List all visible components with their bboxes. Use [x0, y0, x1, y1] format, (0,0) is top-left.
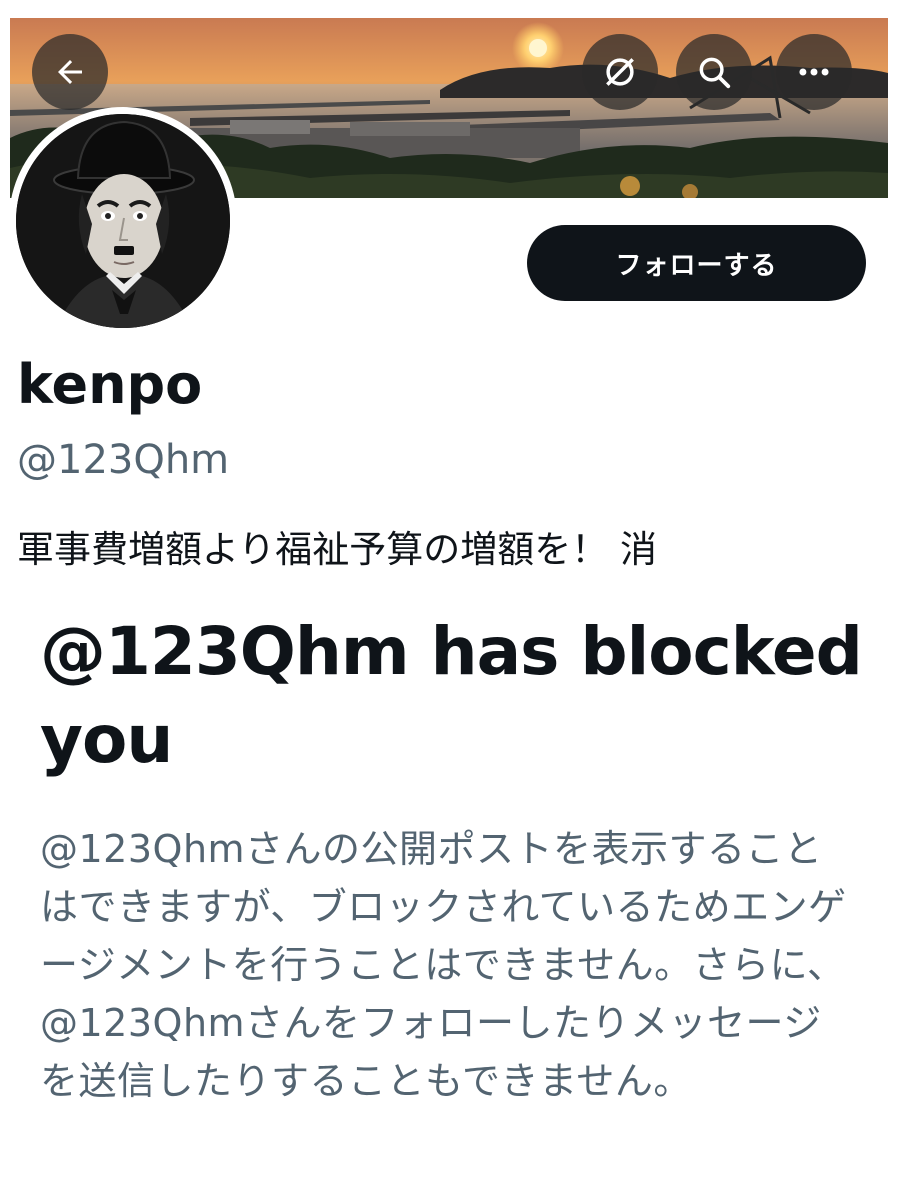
user-handle: @123Qhm [17, 437, 230, 483]
more-horizontal-icon [799, 68, 829, 76]
back-button[interactable] [32, 34, 108, 110]
bio-fade-overlay [0, 586, 900, 606]
arrow-left-icon [58, 60, 82, 84]
avatar[interactable] [9, 107, 237, 335]
notifications-toggle-button[interactable] [582, 34, 658, 110]
display-name: kenpo [17, 353, 203, 416]
follow-button[interactable]: フォローする [527, 225, 866, 301]
more-options-button[interactable] [776, 34, 852, 110]
search-icon [699, 57, 731, 89]
follow-button-label: フォローする [615, 250, 778, 281]
no-notifications-icon [606, 58, 634, 86]
blocked-notice-description: @123Qhmさんの公開ポストを表示することはできますが、ブロックされているため… [40, 827, 847, 1103]
search-button[interactable] [676, 34, 752, 110]
blocked-notice-title: @123Qhm has blocked you [40, 613, 863, 778]
profile-page: フォローする kenpo @123Qhm 軍事費増額より福祉予算の増額を！ 消 … [0, 0, 900, 1200]
avatar-image [16, 114, 230, 328]
